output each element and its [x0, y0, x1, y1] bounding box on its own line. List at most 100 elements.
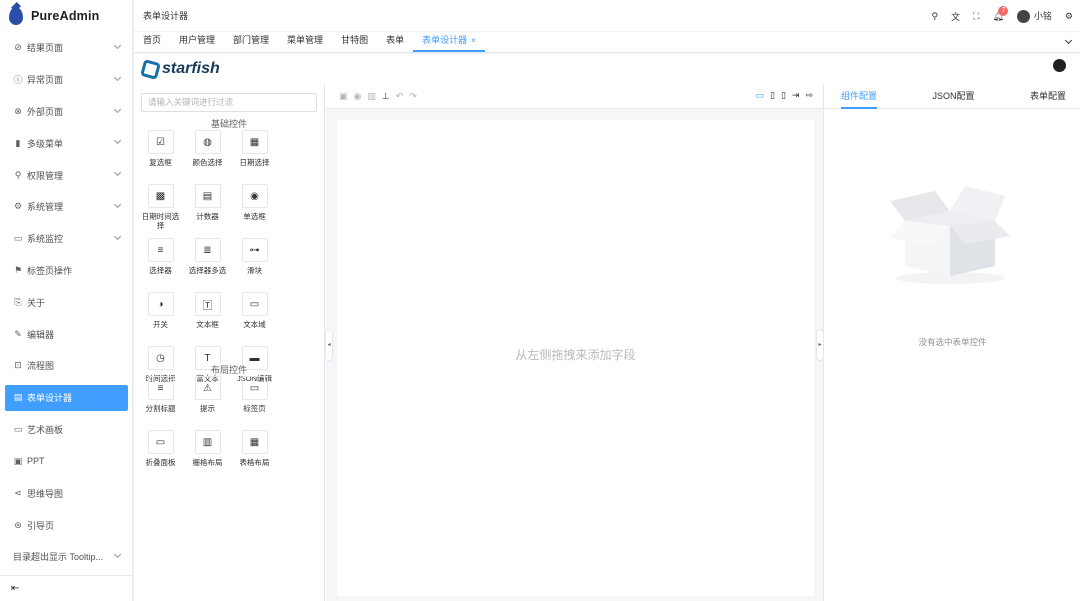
gear-icon[interactable]: ⚙ — [1065, 11, 1073, 22]
tab-label: 菜单管理 — [287, 35, 324, 45]
component-item[interactable]: ▭ 标签页 — [231, 376, 278, 430]
tab[interactable]: 表单设计器 × — [413, 32, 485, 52]
counter-icon: ▤ — [194, 184, 221, 208]
sidebar-item[interactable]: ▤ 表单设计器 — [5, 384, 128, 411]
flowchart-icon: ⊡ — [14, 360, 22, 371]
component-item[interactable]: ◉ 单选框 — [231, 184, 278, 238]
starfish-logo-icon — [140, 58, 161, 80]
sidebar-item[interactable]: ⋖ 思维导图 — [0, 477, 133, 509]
tab[interactable]: 菜单管理 — [278, 32, 332, 52]
export-icon[interactable]: ⇨ — [805, 90, 813, 101]
sidebar-item[interactable]: ▮ 多级菜单 — [0, 127, 133, 159]
config-tab[interactable]: 组件配置 — [841, 84, 878, 109]
component-item[interactable]: ▦ 日期选择 — [231, 130, 278, 184]
empty-text: 没有选中表单控件 — [918, 337, 987, 347]
app-logo[interactable]: PureAdmin — [0, 0, 132, 32]
breadcrumb[interactable]: 表单设计器 — [134, 9, 188, 22]
component-label: 提示 — [200, 404, 215, 413]
design-canvas-area: ▣ ◉ ▥ ⊥ ↶ ↷ ▭ ▯ ▯ ⇥ ⇨ 从左侧拖拽来添加字段 — [326, 84, 824, 601]
tab[interactable]: 首页 — [134, 32, 170, 52]
mobile-icon[interactable]: ▯ — [781, 90, 786, 101]
import-icon[interactable]: ⇥ — [792, 90, 800, 101]
menu-fold-icon[interactable]: ⇤ — [0, 575, 133, 601]
delete-icon[interactable]: ▥ — [367, 91, 376, 102]
component-item[interactable]: ⊶ 滑块 — [231, 238, 278, 292]
sidebar-item[interactable]: ⓘ 异常页面 — [0, 64, 133, 96]
component-item[interactable]: ▦ 表格布局 — [231, 430, 278, 484]
tab-label: 表单 — [386, 35, 405, 45]
component-item[interactable]: ◑ 开关 — [137, 292, 184, 346]
canvas-hint: 从左侧拖拽来添加字段 — [515, 348, 636, 362]
key-icon: ⚲ — [14, 169, 22, 180]
tab[interactable]: 表单 — [377, 32, 413, 52]
right-panel-toggle[interactable]: ▸ — [816, 329, 824, 361]
save-icon[interactable]: ▣ — [339, 91, 348, 102]
component-item[interactable]: ≡ 选择器 — [137, 238, 184, 292]
sidebar-item-label: 外部页面 — [27, 106, 64, 117]
component-label: 文本域 — [243, 320, 266, 329]
sidebar: PureAdmin ⊘ 结果页面 ⓘ 异常页面 ⊗ 外部页面 ▮ 多级菜单 ⚲ 权限管理 ⚙ 系统管理… — [0, 0, 133, 601]
grid-icon: ▥ — [194, 430, 221, 454]
sidebar-item[interactable]: ⚲ 权限管理 — [0, 159, 133, 191]
desktop-icon[interactable]: ▭ — [755, 90, 764, 101]
textarea-icon: ▭ — [241, 292, 268, 316]
form-canvas[interactable]: 从左侧拖拽来添加字段 — [337, 120, 814, 596]
config-tab[interactable]: 表单配置 — [1030, 84, 1066, 108]
preview-icon[interactable]: ◉ — [354, 91, 362, 102]
sidebar-item[interactable]: ⊗ 外部页面 — [0, 96, 133, 128]
about-icon: ⎘ — [14, 296, 22, 307]
sidebar-item[interactable]: ⊡ 流程图 — [0, 350, 133, 382]
tab[interactable]: 部门管理 — [224, 32, 278, 52]
sidebar-item[interactable]: ⊘ 结果页面 — [0, 32, 133, 64]
top-navbar: 表单设计器 ⚲ 文 ⛶ 🔔︎ 7 小铭 ⚙ — [134, 0, 1080, 32]
component-item[interactable]: ≡ 分割标题 — [137, 376, 184, 430]
basic-components: ☑ 复选框 ◍ 颜色选择 ▦ 日期选择 ▩ 日期时间选择 ▤ 计数器 ◉ 单选框 ≡ 选择器 ≣ 选择器多选 ⊶… — [134, 130, 324, 400]
component-item[interactable]: ≣ 选择器多选 — [184, 238, 231, 292]
sidebar-item[interactable]: ⎘ 关于 — [0, 286, 133, 318]
component-search-input[interactable]: 请输入关键词进行过滤 — [141, 93, 317, 112]
chevron-down-icon — [113, 137, 122, 145]
component-item[interactable]: ▭ 文本域 — [231, 292, 278, 346]
starfish-logo: starfish — [134, 54, 1080, 84]
component-item[interactable]: ▤ 计数器 — [184, 184, 231, 238]
sidebar-item[interactable]: ▭ 系统监控 — [0, 223, 133, 255]
config-tabs: 组件配置 JSON配置 表单配置 — [825, 84, 1080, 109]
sidebar-item[interactable]: ▭ 艺术画板 — [0, 414, 133, 446]
user-menu[interactable]: 小铭 — [1016, 9, 1052, 24]
config-tab[interactable]: JSON配置 — [932, 84, 974, 108]
component-item[interactable]: ◍ 颜色选择 — [184, 130, 231, 184]
sidebar-item[interactable]: ⚙ 系统管理 — [0, 191, 133, 223]
tab[interactable]: 用户管理 — [170, 32, 224, 52]
radio-icon: ◉ — [241, 184, 268, 208]
search-icon[interactable]: ⚲ — [932, 11, 939, 22]
sidebar-item[interactable]: ✎ 编辑器 — [0, 318, 133, 350]
component-item[interactable]: ▭ 折叠面板 — [137, 430, 184, 484]
tree-icon[interactable]: ⊥ — [382, 91, 390, 102]
tab[interactable]: 甘特图 — [332, 32, 377, 52]
sidebar-item[interactable]: 目录超出显示 Tooltip... — [0, 541, 133, 573]
component-item[interactable]: ▩ 日期时间选择 — [137, 184, 184, 238]
undo-icon[interactable]: ↶ — [396, 91, 404, 102]
ppt-icon: ▣ — [13, 455, 23, 466]
close-icon[interactable]: × — [471, 36, 476, 45]
component-item[interactable]: ⚠ 提示 — [184, 376, 231, 430]
component-item[interactable]: 🅃 文本框 — [184, 292, 231, 346]
tab-label: 用户管理 — [179, 35, 216, 45]
component-item[interactable]: ▥ 栅格布局 — [184, 430, 231, 484]
redo-icon[interactable]: ↷ — [409, 91, 417, 102]
link-icon: ⊗ — [14, 105, 22, 116]
bell-icon[interactable]: 🔔︎ 7 — [992, 5, 1009, 22]
sidebar-item[interactable]: ⊜ 引导页 — [0, 509, 133, 541]
tablet-icon[interactable]: ▯ — [770, 90, 775, 101]
left-panel-toggle[interactable]: ◂ — [325, 329, 333, 361]
sidebar-item[interactable]: ⚑ 标签页操作 — [0, 255, 133, 287]
github-icon[interactable] — [1053, 59, 1066, 72]
empty-box-icon — [890, 186, 1010, 284]
sidebar-item[interactable]: ▣ PPT — [0, 446, 133, 478]
component-item[interactable]: ☑ 复选框 — [137, 130, 184, 184]
fullscreen-icon[interactable]: ⛶ — [973, 11, 979, 22]
notification-badge: 7 — [998, 5, 1009, 16]
mindmap-icon: ⋖ — [14, 487, 22, 498]
sidebar-item-label: 目录超出显示 Tooltip... — [13, 552, 104, 563]
translate-icon[interactable]: 文 — [951, 10, 960, 23]
